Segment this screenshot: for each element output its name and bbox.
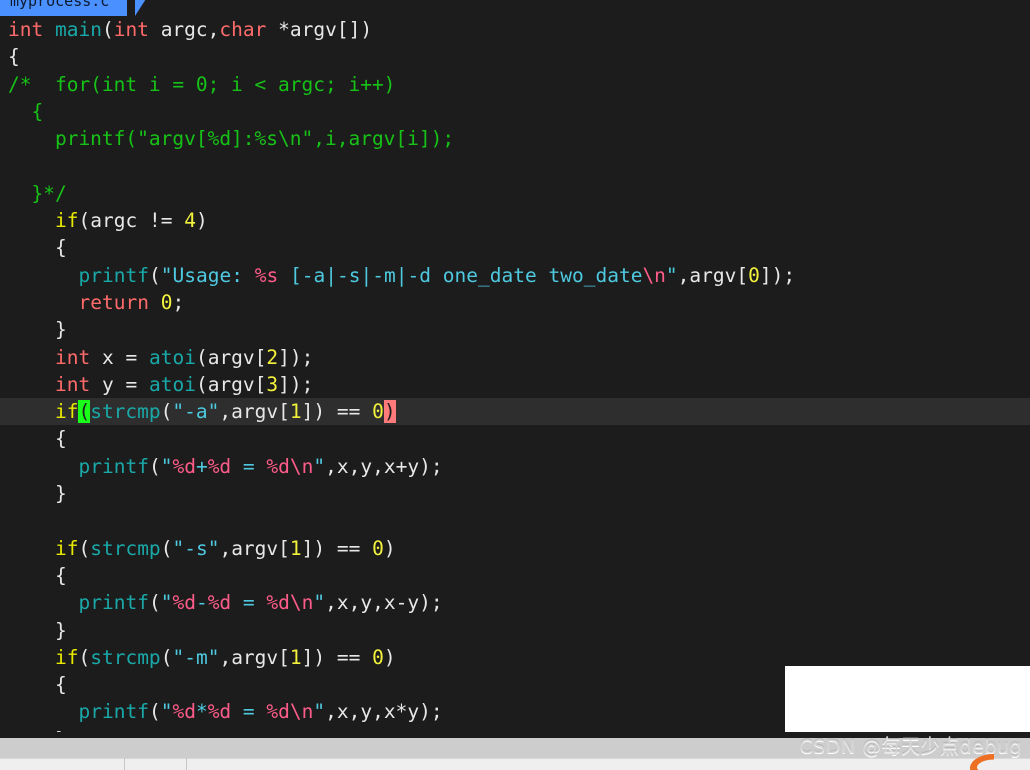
code-line[interactable]: { xyxy=(0,43,1030,70)
code-line[interactable]: if(strcmp("-s",argv[1]) == 0) xyxy=(0,535,1030,562)
code-line[interactable] xyxy=(0,152,1030,179)
code-line[interactable]: { xyxy=(0,98,1030,125)
code-line[interactable]: int y = atoi(argv[3]); xyxy=(0,371,1030,398)
code-line[interactable]: printf("%d+%d = %d\n",x,y,x+y); xyxy=(0,453,1030,480)
tab-myprocess-c[interactable]: myprocess.c xyxy=(0,0,128,16)
overlay-white-panel xyxy=(785,666,1030,738)
code-line[interactable]: if(argc != 4) xyxy=(0,207,1030,234)
code-editor-pane[interactable]: int main(int argc,char *argv[]){/* for(i… xyxy=(0,16,1030,738)
tab-slant-decoration xyxy=(135,0,153,16)
code-line[interactable]: { xyxy=(0,562,1030,589)
code-line[interactable]: printf("Usage: %s [-a|-s|-m|-d one_date … xyxy=(0,262,1030,289)
code-line[interactable]: } xyxy=(0,617,1030,644)
code-line[interactable]: } xyxy=(0,316,1030,343)
code-line[interactable]: int main(int argc,char *argv[]) xyxy=(0,16,1030,43)
code-line[interactable]: return 0; xyxy=(0,289,1030,316)
code-line[interactable]: { xyxy=(0,425,1030,452)
code-line[interactable]: }*/ xyxy=(0,180,1030,207)
csdn-logo-icon xyxy=(964,752,1006,770)
code-line[interactable]: if(strcmp("-a",argv[1]) == 0) xyxy=(0,398,1030,426)
code-line[interactable]: } xyxy=(0,480,1030,507)
code-text-area[interactable]: int main(int argc,char *argv[]){/* for(i… xyxy=(0,16,1030,738)
code-line[interactable]: /* for(int i = 0; i < argc; i++) xyxy=(0,71,1030,98)
taskbar-divider-1 xyxy=(124,758,125,770)
taskbar-divider-2 xyxy=(186,758,187,770)
os-taskbar-lower-strip xyxy=(0,758,1030,770)
code-line[interactable] xyxy=(0,507,1030,534)
code-line[interactable]: printf("%d-%d = %d\n",x,y,x-y); xyxy=(0,589,1030,616)
editor-tab-strip: myprocess.c xyxy=(0,0,1030,16)
code-line[interactable]: int x = atoi(argv[2]); xyxy=(0,344,1030,371)
code-line[interactable]: { xyxy=(0,234,1030,261)
code-line[interactable]: printf("argv[%d]:%s\n",i,argv[i]); xyxy=(0,125,1030,152)
screenshot-root: myprocess.c int main(int argc,char *argv… xyxy=(0,0,1030,770)
